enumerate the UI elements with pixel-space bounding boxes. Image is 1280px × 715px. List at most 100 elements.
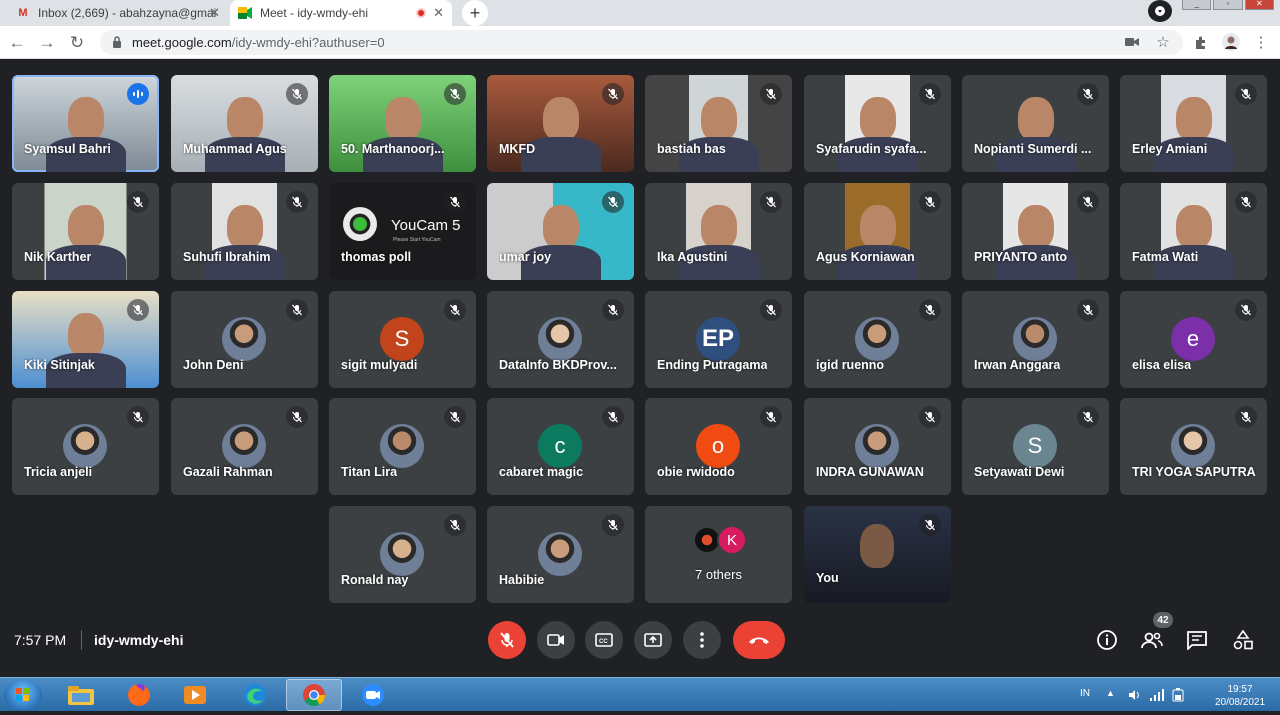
captions-button[interactable]: CC bbox=[585, 621, 623, 659]
participant-tile[interactable]: Ronald nay bbox=[329, 506, 476, 603]
firefox-icon[interactable] bbox=[111, 679, 167, 711]
youcam-title: YouCam 5 bbox=[391, 217, 461, 234]
mic-muted-icon bbox=[1077, 191, 1099, 213]
participant-tile[interactable]: Muhammad Agus bbox=[171, 75, 318, 172]
participant-tile[interactable]: 50. Marthanoorj... bbox=[329, 75, 476, 172]
back-button[interactable]: ← bbox=[6, 32, 28, 54]
participant-tile[interactable]: Syamsul Bahri bbox=[12, 75, 159, 172]
mic-muted-icon bbox=[286, 299, 308, 321]
participant-tile[interactable]: MKFD bbox=[487, 75, 634, 172]
url-text: meet.google.com/idy-wmdy-ehi?authuser=0 bbox=[132, 35, 385, 50]
minimize-button[interactable]: _ bbox=[1182, 0, 1212, 10]
new-tab-button[interactable]: + bbox=[462, 0, 488, 26]
reload-button[interactable]: ↻ bbox=[66, 32, 88, 54]
participant-tile[interactable]: Agus Korniawan bbox=[804, 183, 951, 280]
language-indicator[interactable]: IN bbox=[1080, 688, 1090, 699]
participant-name: You bbox=[816, 571, 839, 585]
participant-tile[interactable]: Fatma Wati bbox=[1120, 183, 1267, 280]
meeting-details-icon[interactable] bbox=[1095, 628, 1119, 652]
camera-blocked-icon[interactable] bbox=[1123, 33, 1141, 51]
hang-up-icon bbox=[749, 637, 769, 644]
participant-tile[interactable]: Erley Amiani bbox=[1120, 75, 1267, 172]
participant-tile[interactable]: PRIYANTO anto bbox=[962, 183, 1109, 280]
participant-tile[interactable]: c cabaret magic bbox=[487, 398, 634, 495]
participant-tile[interactable]: S Setyawati Dewi bbox=[962, 398, 1109, 495]
participant-name: Tricia anjeli bbox=[24, 465, 93, 479]
participant-tile[interactable]: Tricia anjeli bbox=[12, 398, 159, 495]
address-bar[interactable]: meet.google.com/idy-wmdy-ehi?authuser=0 … bbox=[100, 30, 1183, 55]
youcam-subtitle: Please Start YouCam bbox=[393, 237, 441, 243]
participant-tile[interactable]: Suhufi Ibrahim bbox=[171, 183, 318, 280]
network-signal-icon[interactable] bbox=[1150, 689, 1164, 701]
mic-muted-icon bbox=[602, 83, 624, 105]
present-screen-button[interactable] bbox=[634, 621, 672, 659]
participant-name: igid ruenno bbox=[816, 358, 885, 372]
participant-tile[interactable]: Ika Agustini bbox=[645, 183, 792, 280]
mic-muted-icon bbox=[127, 406, 149, 428]
participant-avatar bbox=[855, 424, 899, 468]
participant-tile[interactable]: e elisa elisa bbox=[1120, 291, 1267, 388]
participant-tile[interactable]: Nik Karther bbox=[12, 183, 159, 280]
maximize-button[interactable]: ▫ bbox=[1213, 0, 1243, 10]
participant-tile[interactable]: bastiah bas bbox=[645, 75, 792, 172]
end-call-button[interactable] bbox=[733, 621, 785, 659]
volume-icon[interactable] bbox=[1128, 689, 1140, 701]
participant-tile[interactable]: K 7 others bbox=[645, 506, 792, 603]
taskbar-clock[interactable]: 19:57 20/08/2021 bbox=[1210, 683, 1270, 709]
participant-name: Nik Karther bbox=[24, 250, 92, 264]
battery-icon[interactable] bbox=[1172, 688, 1184, 702]
close-tab-icon[interactable]: ✕ bbox=[209, 5, 220, 21]
participant-tile[interactable]: Habibie bbox=[487, 506, 634, 603]
zoom-icon[interactable] bbox=[345, 679, 401, 711]
windows-taskbar: IN ▲ 19:57 20/08/2021 bbox=[0, 677, 1280, 711]
participant-tile[interactable]: Gazali Rahman bbox=[171, 398, 318, 495]
chat-icon[interactable] bbox=[1185, 628, 1209, 652]
participant-tile[interactable]: John Deni bbox=[171, 291, 318, 388]
participant-tile[interactable]: INDRA GUNAWAN bbox=[804, 398, 951, 495]
participant-tile[interactable]: EP Ending Putragama bbox=[645, 291, 792, 388]
camera-toggle-button[interactable] bbox=[537, 621, 575, 659]
participant-video-feed bbox=[701, 97, 737, 141]
activities-icon[interactable] bbox=[1231, 628, 1255, 652]
mic-muted-icon bbox=[1235, 406, 1257, 428]
tray-expand-icon[interactable]: ▲ bbox=[1106, 688, 1115, 698]
close-window-button[interactable]: ✕ bbox=[1244, 0, 1274, 10]
participant-avatar bbox=[380, 424, 424, 468]
participant-tile[interactable]: Titan Lira bbox=[329, 398, 476, 495]
participant-tile[interactable]: o obie rwidodo bbox=[645, 398, 792, 495]
file-explorer-icon[interactable] bbox=[53, 679, 109, 711]
participant-tile[interactable]: YouCam 5 Please Start YouCam thomas poll bbox=[329, 183, 476, 280]
forward-button[interactable]: → bbox=[36, 32, 58, 54]
participant-tile[interactable]: Ssigit mulyadi bbox=[329, 291, 476, 388]
media-control-icon[interactable] bbox=[1148, 0, 1172, 22]
participant-tile[interactable]: umar joy bbox=[487, 183, 634, 280]
participant-tile[interactable]: Kiki Sitinjak bbox=[12, 291, 159, 388]
mic-muted-icon bbox=[1077, 299, 1099, 321]
participant-tile[interactable]: Nopianti Sumerdi ... bbox=[962, 75, 1109, 172]
chrome-icon[interactable] bbox=[286, 679, 342, 711]
tab-meet[interactable]: Meet - idy-wmdy-ehi ✕ bbox=[230, 0, 452, 26]
participant-tile[interactable]: TRI YOGA SAPUTRA bbox=[1120, 398, 1267, 495]
participant-name: Erley Amiani bbox=[1132, 142, 1208, 156]
media-player-icon[interactable] bbox=[167, 679, 223, 711]
more-options-button[interactable] bbox=[683, 621, 721, 659]
extensions-icon[interactable] bbox=[1192, 33, 1210, 51]
bookmark-star-icon[interactable]: ☆ bbox=[1154, 33, 1172, 51]
people-icon[interactable] bbox=[1140, 628, 1164, 652]
participant-tile[interactable]: You bbox=[804, 506, 951, 603]
participant-tile[interactable]: Irwan Anggara bbox=[962, 291, 1109, 388]
svg-text:CC: CC bbox=[599, 639, 608, 645]
profile-avatar[interactable] bbox=[1222, 33, 1240, 51]
close-tab-icon[interactable]: ✕ bbox=[433, 5, 444, 21]
participant-tile[interactable]: Syafarudin syafa... bbox=[804, 75, 951, 172]
participant-avatar bbox=[222, 317, 266, 361]
participant-tile[interactable]: igid ruenno bbox=[804, 291, 951, 388]
tab-gmail[interactable]: M Inbox (2,669) - abahzayna@gmai ✕ bbox=[8, 0, 228, 26]
windows-start-button[interactable] bbox=[4, 680, 42, 710]
mic-toggle-button[interactable] bbox=[488, 621, 526, 659]
edge-icon[interactable] bbox=[227, 679, 283, 711]
participant-tile[interactable]: DataInfo BKDProv... bbox=[487, 291, 634, 388]
participant-video-feed bbox=[543, 205, 579, 249]
mic-muted-icon bbox=[286, 406, 308, 428]
menu-dots-icon[interactable]: ⋮ bbox=[1252, 33, 1270, 51]
